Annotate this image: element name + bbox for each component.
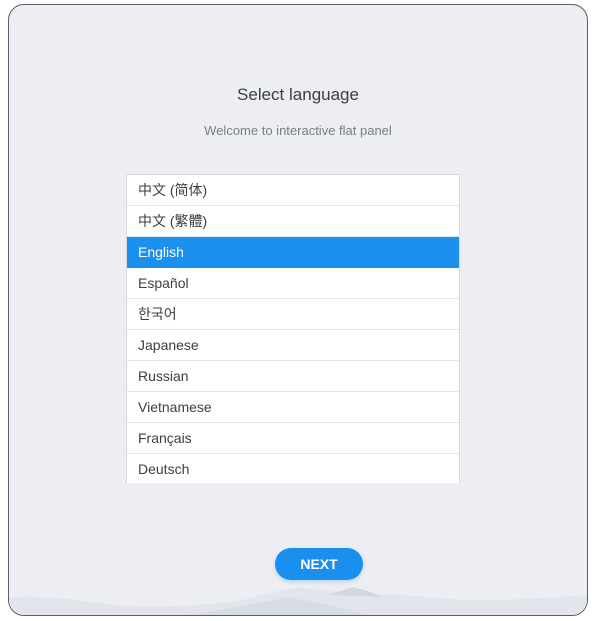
- page-subtitle: Welcome to interactive flat panel: [204, 123, 392, 138]
- language-option-vietnamese[interactable]: Vietnamese: [127, 392, 459, 423]
- language-option-russian[interactable]: Russian: [127, 361, 459, 392]
- language-option-german[interactable]: Deutsch: [127, 454, 459, 483]
- language-option-korean[interactable]: 한국어: [127, 299, 459, 330]
- next-button[interactable]: NEXT: [275, 548, 363, 580]
- language-list[interactable]: 中文 (简体) 中文 (繁體) English Español 한국어 Japa…: [126, 174, 460, 483]
- page-title: Select language: [237, 85, 359, 104]
- language-option-japanese[interactable]: Japanese: [127, 330, 459, 361]
- language-option-zh-hant[interactable]: 中文 (繁體): [127, 206, 459, 237]
- setup-window: Select language Welcome to interactive f…: [8, 4, 588, 616]
- language-option-english[interactable]: English: [127, 237, 459, 268]
- language-option-spanish[interactable]: Español: [127, 268, 459, 299]
- language-option-french[interactable]: Français: [127, 423, 459, 454]
- language-option-zh-hans[interactable]: 中文 (简体): [127, 175, 459, 206]
